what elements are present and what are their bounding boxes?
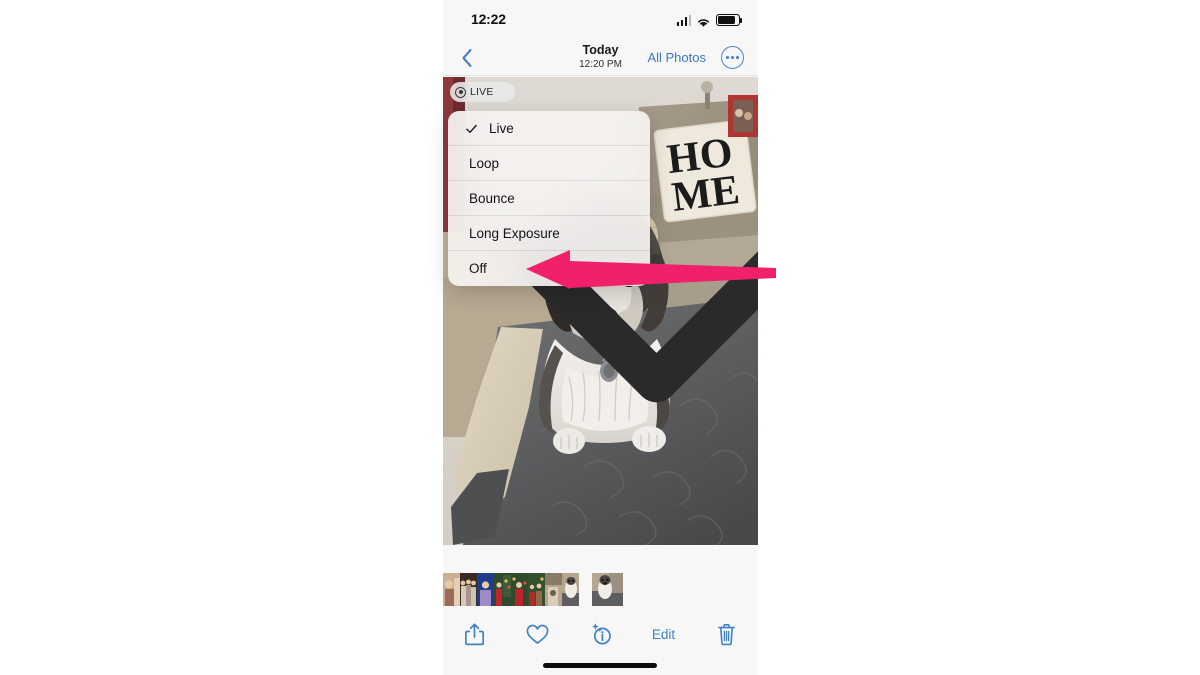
phone-screen: 12:22 Today 12:20 PM All Photos HO ME LI…	[443, 0, 758, 675]
delete-button[interactable]	[695, 614, 758, 654]
edit-button-label: Edit	[651, 626, 676, 642]
live-photo-mode-button[interactable]: LIVE	[450, 82, 758, 403]
live-photo-mode-label: LIVE	[470, 86, 494, 98]
wifi-icon	[696, 15, 711, 27]
thumbnail-item[interactable]	[460, 573, 477, 606]
page-title: Today 12:20 PM	[443, 43, 758, 71]
status-bar-indicators	[676, 12, 743, 27]
bottom-toolbar: Edit	[443, 614, 758, 654]
share-icon	[465, 623, 484, 645]
info-button[interactable]	[569, 614, 632, 654]
menu-item-label: Long Exposure	[469, 225, 560, 241]
home-indicator	[543, 663, 657, 668]
thumbnail-item[interactable]	[494, 573, 511, 606]
back-button[interactable]	[455, 46, 479, 70]
status-bar: 12:22	[443, 0, 758, 38]
thumbnail-item-selected[interactable]	[592, 573, 623, 606]
menu-item-label: Bounce	[469, 190, 515, 206]
edit-button[interactable]: Edit	[632, 614, 695, 654]
favorite-button[interactable]	[506, 614, 569, 654]
menu-item-bounce[interactable]: Bounce	[448, 181, 650, 216]
thumbnail-item[interactable]	[562, 573, 579, 606]
thumbnail-item[interactable]	[545, 573, 562, 606]
thumbnail-item[interactable]	[511, 573, 528, 606]
cellular-signal-icon	[676, 15, 691, 26]
menu-item-live[interactable]: Live	[448, 111, 650, 146]
thumbnail-item[interactable]	[528, 573, 545, 606]
menu-item-loop[interactable]: Loop	[448, 146, 650, 181]
menu-item-label: Loop	[469, 155, 500, 171]
navigation-bar: Today 12:20 PM All Photos	[443, 38, 758, 76]
battery-icon	[716, 14, 743, 26]
thumbnail-item[interactable]	[443, 573, 460, 606]
all-photos-button[interactable]: All Photos	[647, 50, 706, 65]
chevron-down-icon	[499, 88, 758, 403]
thumbnail-item[interactable]	[477, 573, 494, 606]
checkmark-icon	[466, 123, 477, 134]
chevron-left-icon	[462, 48, 472, 68]
thumbnail-strip[interactable]	[443, 573, 758, 606]
ellipsis-circle-icon[interactable]	[721, 46, 744, 69]
menu-item-label: Live	[489, 120, 514, 136]
menu-item-long-exposure[interactable]: Long Exposure	[448, 216, 650, 251]
info-sparkle-icon	[591, 623, 611, 645]
page-title-date: Today	[582, 43, 619, 57]
heart-icon	[526, 624, 549, 644]
page-title-time: 12:20 PM	[579, 59, 622, 70]
share-button[interactable]	[443, 614, 506, 654]
annotation-arrow	[526, 248, 776, 297]
menu-item-label: Off	[469, 261, 487, 276]
status-bar-time: 12:22	[471, 11, 506, 27]
live-photo-icon	[455, 86, 466, 98]
trash-icon	[718, 623, 735, 645]
screenshot-canvas: 12:22 Today 12:20 PM All Photos HO ME LI…	[0, 0, 1200, 675]
